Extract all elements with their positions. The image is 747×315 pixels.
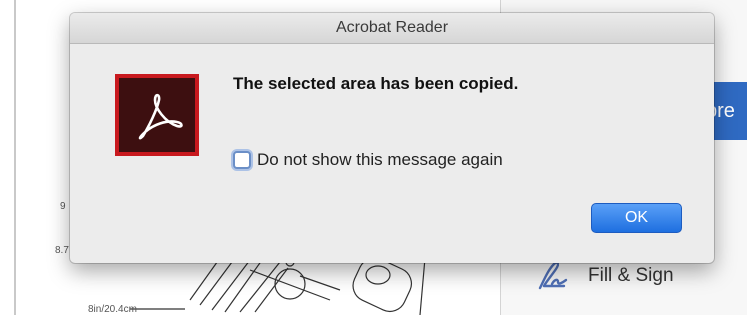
- dimension-label: 8in/20.4cm: [88, 304, 137, 315]
- adobe-acrobat-icon: [115, 74, 199, 156]
- signature-pen-icon: [538, 261, 568, 290]
- dimension-label: 9: [60, 201, 66, 212]
- dimension-label: 8.7: [55, 245, 69, 256]
- dialog-title: Acrobat Reader: [70, 13, 714, 44]
- dont-show-again-label[interactable]: Do not show this message again: [257, 150, 503, 170]
- fill-sign-label: Fill & Sign: [588, 265, 674, 286]
- dialog-message: The selected area has been copied.: [233, 74, 519, 93]
- ok-button[interactable]: OK: [591, 203, 682, 233]
- dont-show-again-option[interactable]: Do not show this message again: [233, 150, 503, 170]
- dont-show-again-checkbox[interactable]: [233, 151, 251, 169]
- alert-dialog: Acrobat Reader The selected area has bee…: [70, 13, 714, 263]
